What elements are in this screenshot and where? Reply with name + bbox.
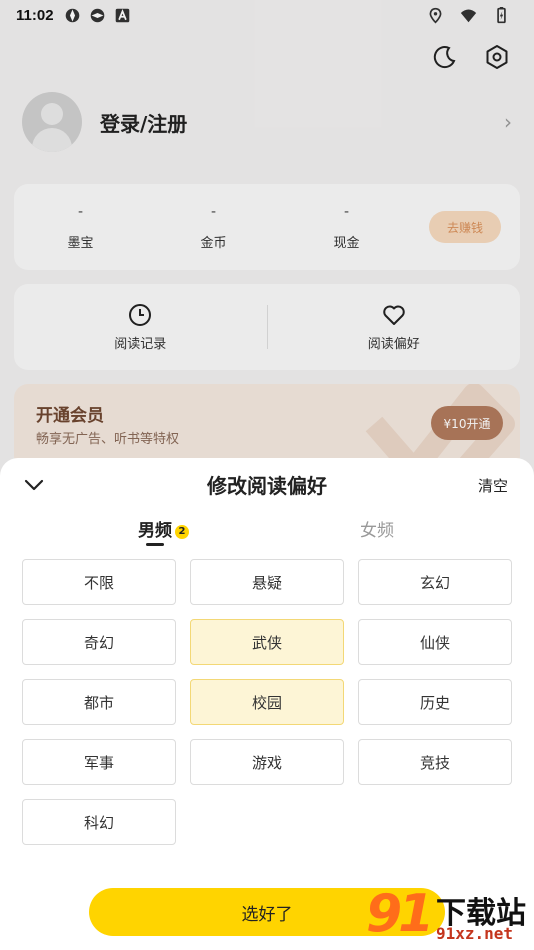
genre-chip[interactable]: 仙侠: [358, 619, 512, 665]
sheet-header: 修改阅读偏好 清空: [0, 458, 534, 510]
genre-chip[interactable]: 竞技: [358, 739, 512, 785]
sheet-title: 修改阅读偏好: [207, 474, 327, 498]
genre-chip[interactable]: 历史: [358, 679, 512, 725]
active-tab-indicator: [146, 543, 164, 546]
watermark-logo: 91 下载站 91xz.net: [366, 884, 534, 950]
chevron-down-icon[interactable]: [22, 474, 46, 496]
genre-chip[interactable]: 科幻: [22, 799, 176, 845]
watermark-number: 91: [366, 884, 434, 944]
clear-button[interactable]: 清空: [478, 475, 508, 496]
gender-tabs: 男频 2 女频: [0, 510, 534, 558]
genre-chip[interactable]: 悬疑: [190, 559, 344, 605]
genre-chip[interactable]: 奇幻: [22, 619, 176, 665]
genre-chip[interactable]: 不限: [22, 559, 176, 605]
reading-preference-sheet: 修改阅读偏好 清空 男频 2 女频 不限 悬疑 玄幻 奇幻 武侠 仙侠 都市 校园…: [0, 458, 534, 950]
genre-chip[interactable]: 校园: [190, 679, 344, 725]
genre-chip[interactable]: 军事: [22, 739, 176, 785]
genre-chip[interactable]: 武侠: [190, 619, 344, 665]
tab-male[interactable]: 男频 2: [138, 516, 189, 546]
watermark-url: 91xz.net: [436, 924, 514, 943]
selected-count-badge: 2: [175, 525, 189, 539]
tab-male-label: 男频: [138, 521, 172, 541]
genre-chip[interactable]: 都市: [22, 679, 176, 725]
tab-female[interactable]: 女频: [360, 516, 394, 541]
tab-female-label: 女频: [360, 521, 394, 541]
genre-chip[interactable]: 游戏: [190, 739, 344, 785]
genre-chip[interactable]: 玄幻: [358, 559, 512, 605]
